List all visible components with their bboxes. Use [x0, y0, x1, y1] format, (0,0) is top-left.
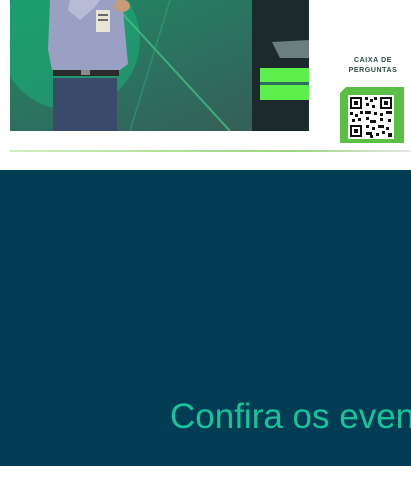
question-box-title: CAIXA DE PERGUNTAS — [348, 57, 398, 74]
speaker-hand — [114, 0, 130, 12]
qr-code-icon[interactable] — [340, 87, 404, 143]
events-banner: Confira os even — [0, 170, 411, 466]
event-video-frame[interactable] — [10, 0, 309, 131]
speaker-scene — [10, 0, 309, 131]
video-divider-line — [10, 139, 411, 152]
page-bottom-area — [0, 466, 411, 496]
events-banner-heading[interactable]: Confira os even — [170, 397, 411, 437]
video-section: CAIXA DE PERGUNTAS — [0, 0, 411, 170]
stage-panel — [252, 0, 309, 131]
